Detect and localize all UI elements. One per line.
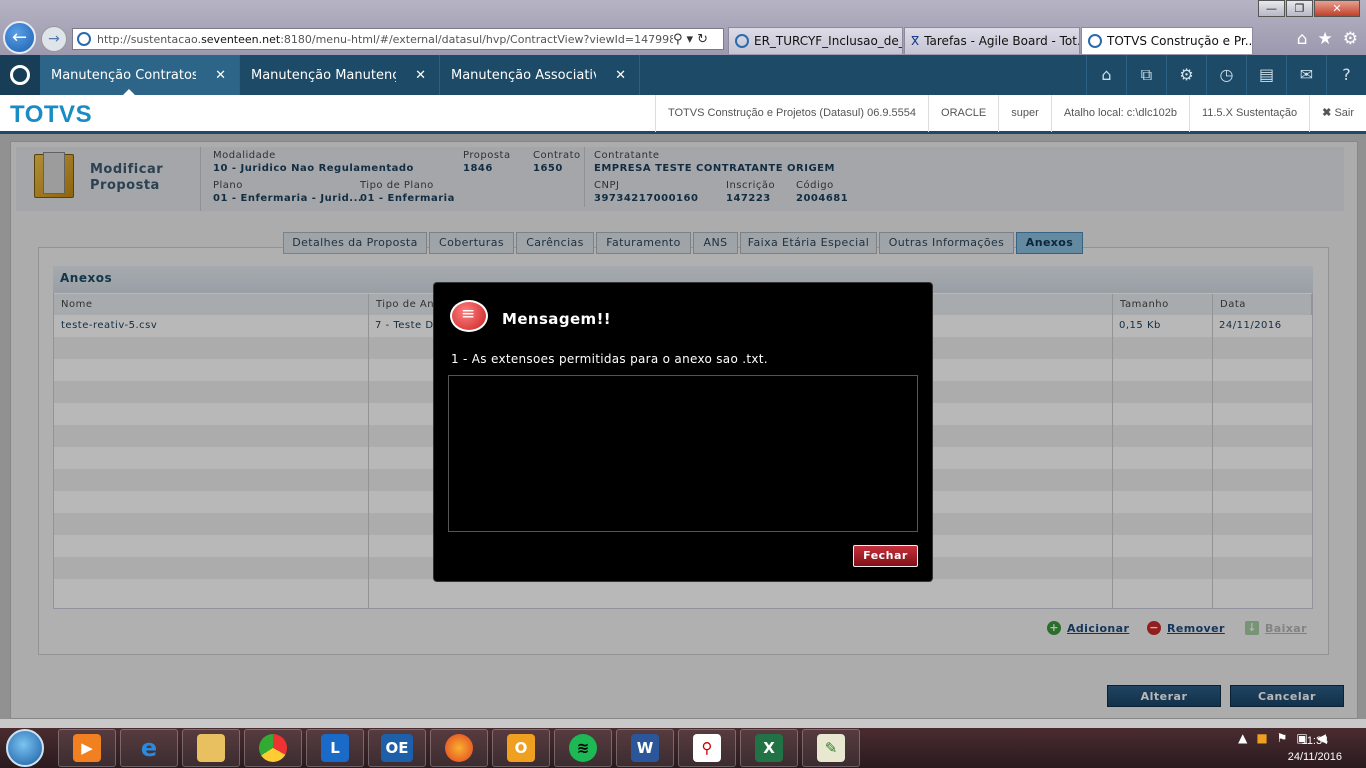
- browser-toolbar-icons: ⌂ ★ ⚙: [1297, 29, 1358, 49]
- agile-tab-icon: ⴳ: [911, 34, 920, 48]
- app-tab-manutencao[interactable]: Manutenção Manutenç ✕: [240, 55, 440, 95]
- org-chart-icon[interactable]: ⧉: [1126, 55, 1166, 95]
- url-rest: :8180/menu-html/#/external/datasul/hvp/C…: [280, 32, 673, 46]
- forward-button[interactable]: →: [41, 26, 67, 52]
- taskbar-lync[interactable]: L: [306, 729, 364, 767]
- editor-icon: ✎: [817, 734, 845, 762]
- dialog-detail-area: [448, 375, 918, 532]
- forward-arrow-icon: →: [48, 31, 60, 47]
- search-tool-icon: ⚲: [693, 734, 721, 762]
- ie-tab-icon: [1088, 34, 1102, 48]
- back-button[interactable]: ←: [3, 21, 36, 54]
- taskbar-file-explorer[interactable]: [182, 729, 240, 767]
- logout-label: Sair: [1334, 107, 1354, 119]
- speech-bubble-icon: [450, 300, 488, 332]
- browser-tab-label: Tarefas - Agile Board - Tot...: [924, 34, 1080, 48]
- excel-icon: X: [755, 734, 783, 762]
- local-shortcut: Atalho local: c:\dlc102b: [1050, 95, 1189, 132]
- firefox-icon: [445, 734, 473, 762]
- environment: 11.5.X Sustentação: [1188, 95, 1309, 132]
- close-icon[interactable]: ✕: [615, 68, 626, 83]
- browser-tab-2[interactable]: ⴳ Tarefas - Agile Board - Tot...: [904, 27, 1080, 54]
- taskbar-outlook[interactable]: O: [492, 729, 550, 767]
- start-button[interactable]: [6, 729, 44, 767]
- browser-tab-1[interactable]: ER_TURCYF_Inclusao_de_...: [728, 27, 903, 54]
- back-arrow-icon: ←: [11, 27, 28, 48]
- product-version: TOTVS Construção e Projetos (Datasul) 06…: [654, 95, 928, 132]
- settings-gear-icon[interactable]: ⚙: [1343, 29, 1358, 49]
- clock-icon[interactable]: ◷: [1206, 55, 1246, 95]
- maximize-button[interactable]: ❐: [1286, 0, 1313, 17]
- session-info: TOTVS Construção e Projetos (Datasul) 06…: [654, 95, 1366, 132]
- app-tab-label: Manutenção Manutenç: [251, 67, 396, 83]
- app-tab-contratos[interactable]: Manutenção Contratos ✕: [40, 55, 240, 95]
- app-tab-associativ[interactable]: Manutenção Associativ ✕: [440, 55, 640, 95]
- close-icon[interactable]: ✕: [215, 68, 226, 83]
- taskbar-chrome[interactable]: [244, 729, 302, 767]
- browser-tab-3-active[interactable]: TOTVS Construção e Pr...✕: [1081, 27, 1253, 54]
- browser-tab-label: ER_TURCYF_Inclusao_de_...: [754, 34, 903, 48]
- user-name: super: [998, 95, 1051, 132]
- home-icon[interactable]: ⌂: [1086, 55, 1126, 95]
- database-type: ORACLE: [928, 95, 998, 132]
- system-clock[interactable]: 11:34 24/11/2016: [1288, 733, 1342, 765]
- close-dialog-button[interactable]: Fechar: [853, 545, 918, 567]
- taskbar-oe[interactable]: OE: [368, 729, 426, 767]
- url-text[interactable]: http://sustentacao.seventeen.net:8180/me…: [97, 33, 673, 46]
- mail-icon[interactable]: ✉: [1286, 55, 1326, 95]
- help-icon[interactable]: ?: [1326, 55, 1366, 95]
- taskbar-firefox[interactable]: [430, 729, 488, 767]
- close-icon: ✖: [1322, 107, 1332, 119]
- outlook-icon: O: [507, 734, 535, 762]
- taskbar-editor[interactable]: ✎: [802, 729, 860, 767]
- taskbar-excel[interactable]: X: [740, 729, 798, 767]
- url-domain: seventeen.net: [201, 32, 281, 46]
- address-bar[interactable]: http://sustentacao.seventeen.net:8180/me…: [72, 28, 724, 50]
- internet-explorer-icon: e: [140, 734, 158, 762]
- show-hidden-icons-icon[interactable]: ▲: [1238, 731, 1247, 745]
- document-icon[interactable]: ▤: [1246, 55, 1286, 95]
- close-window-button[interactable]: ✕: [1314, 0, 1360, 17]
- close-icon[interactable]: ✕: [415, 68, 426, 83]
- favorites-star-icon[interactable]: ★: [1318, 29, 1333, 49]
- gear-icon[interactable]: ⚙: [1166, 55, 1206, 95]
- url-prefix: http://sustentacao.: [97, 32, 202, 46]
- flag-icon[interactable]: ⚑: [1277, 731, 1288, 745]
- lync-icon: L: [321, 734, 349, 762]
- taskbar-word[interactable]: W: [616, 729, 674, 767]
- taskbar-search-tool[interactable]: ⚲: [678, 729, 736, 767]
- spotify-icon: ≋: [569, 734, 597, 762]
- outlook-tray-icon[interactable]: ■: [1256, 731, 1267, 745]
- taskbar-media-player[interactable]: ▶: [58, 729, 116, 767]
- dialog-title: Mensagem!!: [502, 310, 612, 328]
- app-tab-label: Manutenção Contratos: [51, 67, 196, 83]
- clock-time: 11:34: [1301, 735, 1329, 747]
- chrome-icon: [259, 734, 287, 762]
- address-controls[interactable]: ⚲▾↻: [673, 32, 723, 47]
- browser-tab-label: TOTVS Construção e Pr...: [1107, 34, 1253, 48]
- taskbar-internet-explorer[interactable]: e: [120, 729, 178, 767]
- totvs-logo-icon: [10, 65, 30, 85]
- dropdown-icon[interactable]: ▾: [687, 32, 698, 47]
- ie-page-icon: [77, 32, 91, 46]
- home-icon[interactable]: ⌂: [1297, 29, 1308, 49]
- folder-icon: [197, 734, 225, 762]
- search-icon[interactable]: ⚲: [673, 32, 687, 47]
- refresh-icon[interactable]: ↻: [697, 32, 712, 47]
- window-controls: — ❐ ✕: [1257, 0, 1360, 17]
- brand-logo: TOTVS: [10, 101, 93, 128]
- app-menu-button[interactable]: [0, 55, 40, 95]
- oe-icon: OE: [381, 734, 413, 762]
- clock-date: 24/11/2016: [1287, 751, 1342, 763]
- taskbar-spotify[interactable]: ≋: [554, 729, 612, 767]
- minimize-button[interactable]: —: [1258, 0, 1285, 17]
- app-tab-label: Manutenção Associativ: [451, 67, 596, 83]
- word-icon: W: [631, 734, 659, 762]
- ie-tab-icon: [735, 34, 749, 48]
- dialog-message: 1 - As extensoes permitidas para o anexo…: [451, 352, 768, 366]
- logout-button[interactable]: ✖ Sair: [1309, 95, 1366, 132]
- media-player-icon: ▶: [73, 734, 101, 762]
